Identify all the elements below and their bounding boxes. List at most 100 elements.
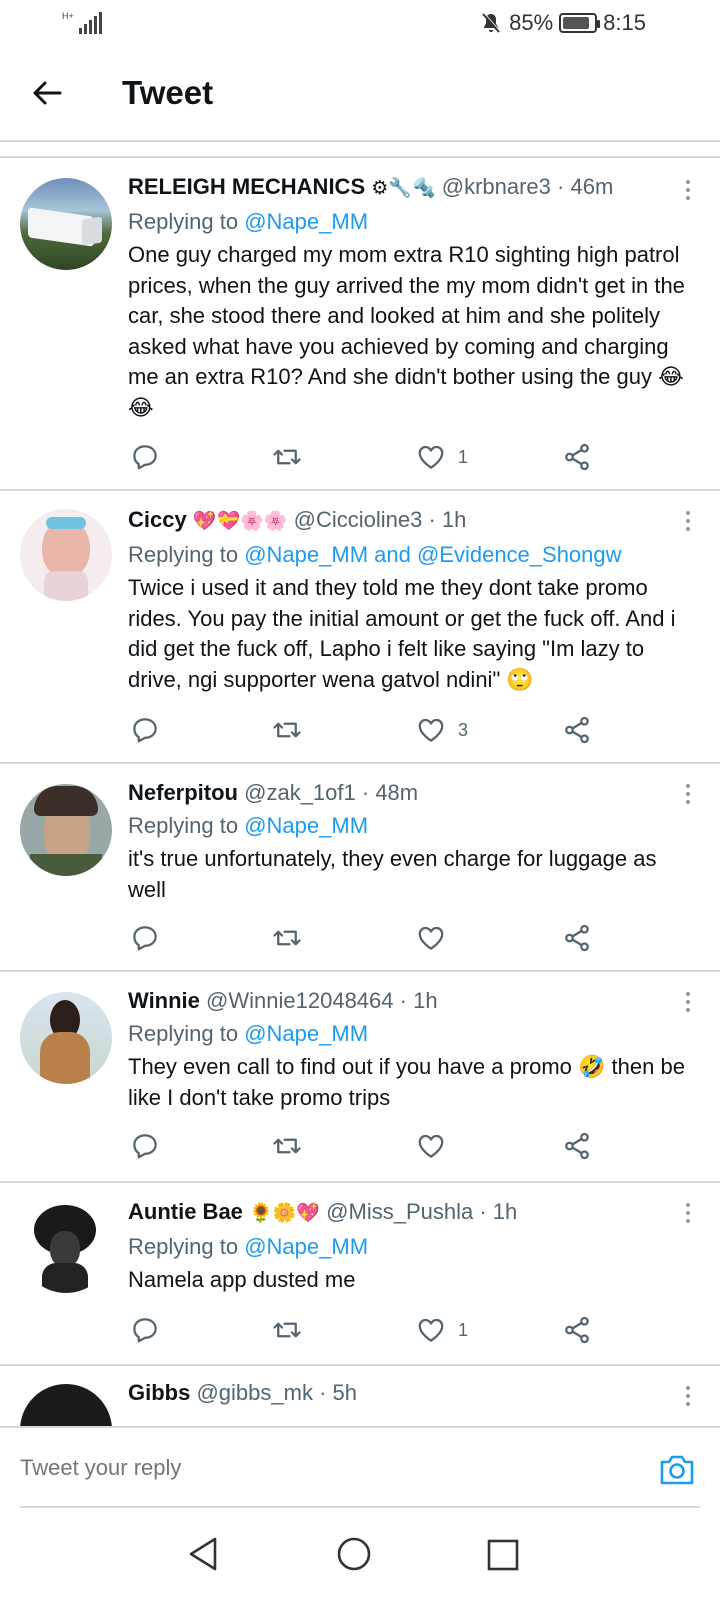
author-name[interactable]: Gibbs [128, 1380, 190, 1405]
author-handle[interactable]: @gibbs_mk [196, 1380, 313, 1405]
avatar[interactable] [20, 992, 112, 1084]
retweet-icon [273, 1322, 301, 1338]
system-nav-bar [0, 1514, 720, 1600]
reply-icon [133, 1318, 157, 1343]
share-icon [565, 924, 589, 952]
reply-icon [133, 1134, 157, 1159]
like-button[interactable]: 1 [416, 439, 468, 475]
share-button[interactable] [562, 1128, 592, 1164]
retweet-button[interactable] [272, 439, 302, 475]
avatar[interactable] [20, 178, 112, 270]
timestamp: · 48m [361, 780, 419, 805]
bell-muted-icon [482, 12, 501, 33]
tweet-text: Twice i used it and they told me they do… [128, 575, 676, 692]
replying-prefix: Replying to [128, 1021, 239, 1046]
reply-button[interactable] [130, 1312, 160, 1348]
retweet-button[interactable] [272, 712, 302, 748]
replying-prefix: Replying to [128, 209, 239, 234]
share-button[interactable] [562, 1312, 592, 1348]
tweet-reply[interactable]: RELEIGH MECHANICS ⚙🔧🔩 @krbnare3 · 46m Re… [0, 158, 720, 491]
more-options-icon[interactable] [686, 992, 692, 1012]
timestamp: · 1h [399, 988, 438, 1013]
more-options-icon[interactable] [686, 784, 692, 804]
author-name[interactable]: Ciccy [128, 507, 187, 532]
avatar[interactable] [20, 1384, 112, 1426]
share-icon [565, 443, 589, 471]
avatar[interactable] [20, 509, 112, 601]
reply-icon [133, 445, 157, 470]
replying-mention-link[interactable]: @Nape_MM [244, 1234, 368, 1259]
like-button[interactable]: 3 [416, 712, 468, 748]
share-button[interactable] [562, 920, 592, 956]
reply-button[interactable] [130, 1128, 160, 1164]
tweet-reply[interactable]: Gibbs @gibbs_mk · 5h [0, 1366, 720, 1426]
back-arrow-icon[interactable] [30, 76, 64, 110]
camera-icon[interactable] [658, 1452, 696, 1488]
like-count: 3 [458, 719, 469, 740]
reply-button[interactable] [130, 439, 160, 475]
retweet-button[interactable] [272, 1312, 302, 1348]
author-handle[interactable]: @Miss_Pushla [326, 1199, 473, 1224]
reply-input[interactable] [20, 1448, 620, 1488]
share-icon [565, 716, 589, 744]
replying-to: Replying to @Nape_MM [128, 1231, 698, 1263]
replying-mention-link[interactable]: @Nape_MM and @Evidence_Shongw [244, 542, 621, 567]
nav-recents-icon[interactable] [486, 1538, 520, 1572]
name-emoji: 🌻🌼💖 [249, 1203, 321, 1224]
retweet-icon [273, 722, 301, 738]
reply-button[interactable] [130, 712, 160, 748]
tweet-text: One guy charged my mom extra R10 sightin… [128, 242, 685, 420]
replying-prefix: Replying to [128, 813, 239, 838]
author-name[interactable]: Neferpitou [128, 780, 238, 805]
like-button[interactable] [416, 1128, 446, 1164]
page-title: Tweet [122, 74, 214, 111]
name-emoji: ⚙🔧🔩 [371, 178, 436, 199]
heart-icon [418, 926, 444, 950]
author-handle[interactable]: @zak_1of1 [244, 780, 356, 805]
replying-mention-link[interactable]: @Nape_MM [244, 1021, 368, 1046]
tweet-reply[interactable]: Ciccy 💖💝🌸🌸 @Ciccioline3 · 1h Replying to… [0, 491, 720, 764]
author-handle[interactable]: @krbnare3 [442, 174, 551, 199]
author-handle[interactable]: @Winnie12048464 [206, 988, 393, 1013]
retweet-icon [273, 930, 301, 946]
heart-icon [418, 1134, 444, 1158]
share-icon [565, 1316, 589, 1344]
author-name[interactable]: RELEIGH MECHANICS [128, 174, 365, 199]
more-options-icon[interactable] [686, 511, 692, 531]
signal-icon: H+ [62, 12, 102, 34]
replying-prefix: Replying to [128, 542, 239, 567]
nav-back-icon[interactable] [186, 1536, 220, 1572]
retweet-button[interactable] [272, 1128, 302, 1164]
reply-button[interactable] [130, 920, 160, 956]
more-options-icon[interactable] [686, 1386, 692, 1406]
share-button[interactable] [562, 712, 592, 748]
like-button[interactable]: 1 [416, 1312, 468, 1348]
more-options-icon[interactable] [686, 180, 692, 200]
avatar[interactable] [20, 784, 112, 876]
replying-to: Replying to @Nape_MM and @Evidence_Shong… [128, 539, 698, 571]
like-count: 1 [458, 446, 469, 467]
author-name[interactable]: Auntie Bae [128, 1199, 243, 1224]
more-options-icon[interactable] [686, 1203, 692, 1223]
reply-feed[interactable]: RELEIGH MECHANICS ⚙🔧🔩 @krbnare3 · 46m Re… [0, 158, 720, 1426]
retweet-button[interactable] [272, 920, 302, 956]
tweet-reply[interactable]: Auntie Bae 🌻🌼💖 @Miss_Pushla · 1h Replyin… [0, 1183, 720, 1366]
top-app-bar: Tweet [0, 48, 720, 142]
author-name[interactable]: Winnie [128, 988, 200, 1013]
author-handle[interactable]: @Ciccioline3 [294, 507, 423, 532]
name-emoji: 💖💝🌸🌸 [192, 511, 288, 532]
replying-mention-link[interactable]: @Nape_MM [244, 209, 368, 234]
heart-icon [418, 1318, 444, 1342]
replying-to: Replying to @Nape_MM [128, 206, 698, 238]
nav-home-icon[interactable] [336, 1536, 372, 1572]
like-button[interactable] [416, 920, 446, 956]
tweet-reply[interactable]: Neferpitou @zak_1of1 · 48m Replying to @… [0, 764, 720, 972]
replying-mention-link[interactable]: @Nape_MM [244, 813, 368, 838]
timestamp: · 46m [557, 174, 614, 199]
tweet-reply[interactable]: Winnie @Winnie12048464 · 1h Replying to … [0, 972, 720, 1183]
share-button[interactable] [562, 439, 592, 475]
battery-percent: 85% [509, 10, 554, 35]
avatar[interactable] [20, 1201, 112, 1293]
status-bar: H+ 85% 8:15 [0, 0, 720, 48]
replying-to: Replying to @Nape_MM [128, 1018, 698, 1050]
